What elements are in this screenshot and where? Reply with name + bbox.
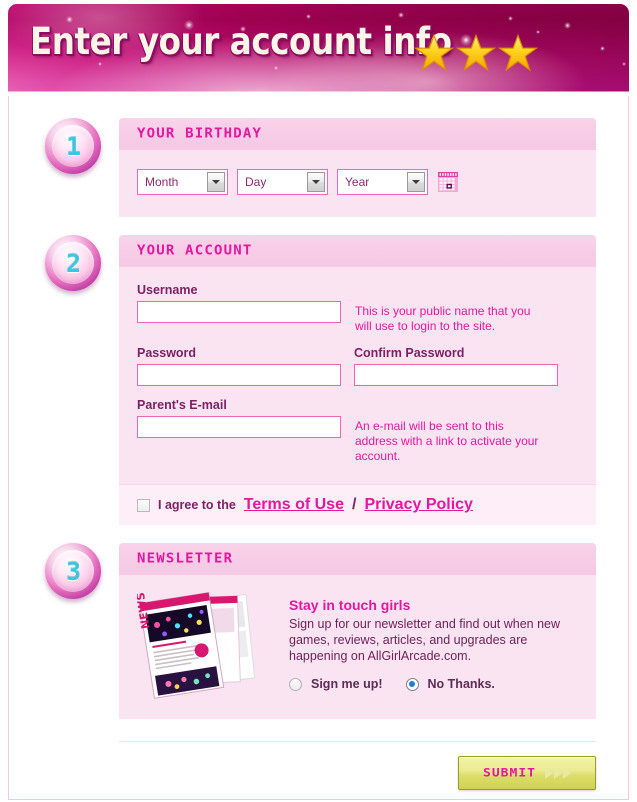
newsletter-options: Sign me up! No Thanks.: [289, 677, 571, 691]
terms-agreement-row: I agree to the Terms of Use / Privacy Po…: [119, 484, 596, 525]
username-label: Username: [137, 283, 198, 297]
confirm-password-input[interactable]: [354, 364, 558, 386]
account-panel-header: Your Account: [119, 235, 596, 267]
step-number: 1: [65, 131, 81, 161]
step-number: 3: [65, 556, 81, 586]
submit-button[interactable]: SUBMIT: [458, 756, 596, 790]
page-title: Enter your account info: [30, 20, 452, 63]
step-badge-3: 3: [45, 543, 101, 599]
birthday-panel-title: Your Birthday: [137, 126, 263, 142]
newsletter-body-text: Sign up for our newsletter and find out …: [289, 617, 561, 663]
day-select-value: Day: [245, 175, 267, 189]
terms-of-use-link[interactable]: Terms of Use: [244, 496, 344, 514]
chevron-right-icon: [544, 767, 571, 779]
agree-prefix-label: I agree to the: [158, 498, 236, 512]
step-birthday: 1 Your Birthday Month Day Year: [9, 118, 628, 217]
chevron-down-icon[interactable]: [207, 172, 225, 192]
parents-email-group: Parent's E-mail An e-mail will be sent t…: [137, 398, 578, 464]
day-select[interactable]: Day: [237, 169, 328, 195]
agree-checkbox[interactable]: [137, 498, 150, 512]
account-panel: Your Account Username This is your publi…: [119, 235, 596, 525]
form-footer: SUBMIT: [119, 741, 596, 790]
step-account: 2 Your Account Username This is your pub…: [9, 235, 628, 525]
step-badge-1: 1: [45, 118, 101, 174]
newsletter-panel-body: NEWS Stay in touch girls Sign up for our…: [119, 575, 596, 719]
newsletter-panel-title: Newsletter: [137, 551, 234, 567]
parents-email-input[interactable]: [137, 416, 341, 438]
page-banner: Enter your account info: [0, 0, 637, 96]
password-input[interactable]: [137, 364, 341, 386]
step-number: 2: [65, 248, 81, 278]
calendar-icon[interactable]: [437, 171, 459, 193]
newsletter-pages-thumbnail: NEWS: [134, 589, 273, 701]
star-rating-icons: [414, 33, 538, 73]
account-panel-title: Your Account: [137, 243, 253, 259]
privacy-policy-link[interactable]: Privacy Policy: [364, 496, 473, 514]
month-select[interactable]: Month: [137, 169, 228, 195]
password-row: Password Confirm Password: [137, 346, 578, 386]
no-thanks-radio[interactable]: [405, 677, 419, 691]
agree-separator: /: [351, 496, 357, 513]
username-input[interactable]: [137, 301, 341, 323]
username-hint: This is your public name that you will u…: [355, 304, 531, 333]
chevron-down-icon[interactable]: [307, 172, 325, 192]
sign-me-up-label: Sign me up!: [311, 677, 383, 691]
month-select-value: Month: [145, 175, 179, 189]
account-panel-body: Username This is your public name that y…: [119, 267, 596, 484]
step-newsletter: 3 Newsletter: [9, 543, 628, 719]
chevron-down-icon[interactable]: [407, 172, 425, 192]
parents-email-label: Parent's E-mail: [137, 398, 227, 412]
birthday-panel-header: Your Birthday: [119, 118, 596, 150]
birthday-panel-body: Month Day Year: [119, 150, 596, 217]
step-badge-2: 2: [45, 235, 101, 291]
sign-me-up-radio[interactable]: [289, 677, 302, 691]
birthday-selects-row: Month Day Year: [137, 166, 578, 199]
newsletter-thumbnail-image: NEWS: [134, 591, 256, 699]
no-thanks-label: No Thanks.: [427, 677, 495, 691]
year-select[interactable]: Year: [337, 169, 428, 195]
birthday-panel: Your Birthday Month Day Year: [119, 118, 596, 217]
newsletter-panel-header: Newsletter: [119, 543, 596, 575]
newsletter-panel: Newsletter: [119, 543, 596, 719]
signup-form-card: 1 Your Birthday Month Day Year: [8, 96, 629, 800]
year-select-value: Year: [345, 175, 370, 189]
star-icon: [456, 33, 496, 72]
submit-button-label: SUBMIT: [483, 766, 536, 780]
newsletter-copy: Stay in touch girls Sign up for our news…: [289, 589, 571, 701]
parents-email-hint: An e-mail will be sent to this address w…: [355, 419, 539, 463]
password-label: Password: [137, 346, 197, 360]
star-icon: [498, 33, 538, 72]
star-icon: [414, 33, 454, 72]
username-group: Username This is your public name that y…: [137, 283, 578, 334]
confirm-password-label: Confirm Password: [354, 346, 465, 360]
confirm-password-group: Confirm Password: [354, 346, 558, 386]
banner-background: Enter your account info: [8, 4, 629, 92]
password-group: Password: [137, 346, 341, 386]
newsletter-heading: Stay in touch girls: [289, 597, 411, 613]
